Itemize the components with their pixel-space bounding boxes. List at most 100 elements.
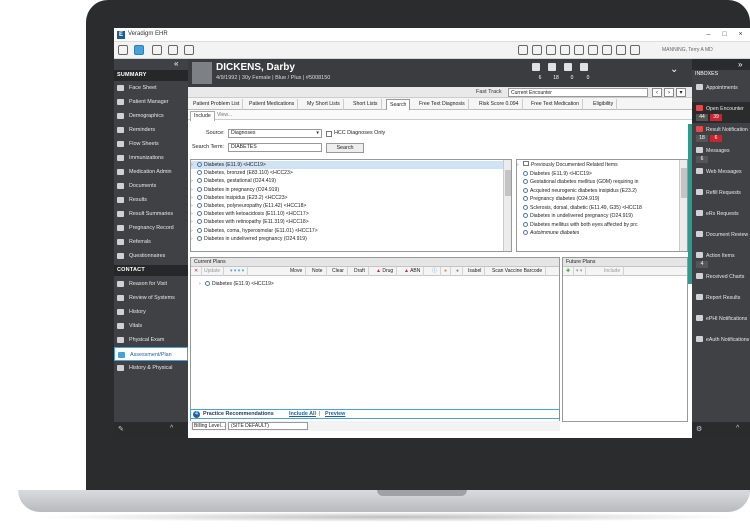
inbox-result-notification[interactable]: Result Notification 18 6 xyxy=(692,123,750,144)
preview-link[interactable]: Preview xyxy=(325,411,345,417)
radio-icon[interactable] xyxy=(523,230,528,235)
dropdown-icon[interactable]: ▾ xyxy=(676,88,686,97)
search-icon[interactable] xyxy=(588,45,598,55)
list-item[interactable]: › Diabetes, coma, hyperosmolar (E11.01) <… xyxy=(191,227,318,235)
list-item[interactable]: › Diabetes in pregnancy (O24.919) xyxy=(191,186,279,194)
radio-icon[interactable] xyxy=(197,170,202,176)
tab-free-text-medication[interactable]: Free Text Medication xyxy=(528,99,584,110)
sidebar-item-physical-exam[interactable]: Physical Exam xyxy=(114,333,188,347)
sidebar-item-result-summaries[interactable]: Result Summaries xyxy=(114,207,188,221)
problems-icon[interactable] xyxy=(548,63,556,71)
sidebar-item-assessment-plan[interactable]: Assessment/Plan xyxy=(114,347,188,361)
plan-item[interactable]: › Diabetes (E11.9) <HCC19> xyxy=(195,280,274,288)
sidebar-item-flow-sheets[interactable]: Flow Sheets xyxy=(114,137,188,151)
refresh-icon[interactable] xyxy=(602,45,612,55)
inbox-web-messages[interactable]: Web Messages xyxy=(692,165,750,186)
sidebar-item-pregnancy-record[interactable]: Pregnancy Record xyxy=(114,221,188,235)
list-item[interactable]: Gestational diabetes mellitus (GDM) requ… xyxy=(517,178,638,186)
radio-icon[interactable] xyxy=(197,219,202,225)
list-item[interactable]: › Diabetes, polyneuropathy (E11.42) <HCC1… xyxy=(191,202,306,210)
radio-icon[interactable] xyxy=(197,235,202,241)
money-icon[interactable] xyxy=(546,45,556,55)
inbox-refill-requests[interactable]: Refill Requests xyxy=(692,186,750,207)
minimize-icon[interactable]: – xyxy=(704,30,713,39)
tab-patient-medications[interactable]: Patient Medications xyxy=(246,99,299,110)
settings-icon[interactable]: ⚙ xyxy=(696,425,702,433)
radio-icon[interactable] xyxy=(197,178,202,184)
radio-icon[interactable] xyxy=(523,204,528,210)
draft-button[interactable]: Draft xyxy=(351,267,369,276)
radio-icon[interactable] xyxy=(523,213,528,218)
search-input[interactable]: DIABETES xyxy=(228,143,322,152)
chevron-up-icon[interactable]: ^ xyxy=(736,425,739,432)
radio-icon[interactable] xyxy=(523,196,528,201)
list-item[interactable]: Diabetes, bronzed (E83.110) <HCC23> xyxy=(191,169,293,177)
search-button[interactable]: Search xyxy=(326,143,364,153)
drug-button[interactable]: ▲ Drug xyxy=(373,267,398,276)
patient-icon[interactable] xyxy=(134,45,144,55)
update-button[interactable]: Update xyxy=(201,267,225,276)
prev-icon[interactable]: ‹ xyxy=(652,88,662,97)
fast-track-select[interactable]: Current Encounter xyxy=(508,88,648,97)
help-icon[interactable] xyxy=(616,45,626,55)
sidebar-item-history-physical[interactable]: History & Physical xyxy=(114,361,188,375)
meds-icon[interactable] xyxy=(564,63,572,71)
calendar-icon[interactable] xyxy=(518,45,528,55)
radio-icon[interactable] xyxy=(197,186,202,192)
related-scrollbar[interactable] xyxy=(679,160,687,251)
close-icon[interactable]: × xyxy=(736,30,745,39)
inbox-open-encounter[interactable]: Open Encounter 44 39 xyxy=(692,102,750,123)
sidebar-item-referrals[interactable]: Referrals xyxy=(114,235,188,249)
billing-level-value[interactable]: (SITE DEFAULT) xyxy=(228,422,308,430)
source-select[interactable]: Diagnoses ▾ xyxy=(228,129,322,138)
inbox-report-results[interactable]: Report Results xyxy=(692,291,750,312)
related-header[interactable]: › Previously Documented Related Items xyxy=(517,161,618,169)
list-item[interactable]: Acquired neurogenic diabetes insipidus (… xyxy=(517,187,637,195)
sidebar-item-patient-manager[interactable]: Patient Manager xyxy=(114,95,188,109)
list-item[interactable]: Diabetes mellitus with both eyes affecte… xyxy=(517,221,638,229)
clear-button[interactable]: Clear xyxy=(329,267,348,276)
sidebar-item-documents[interactable]: Documents xyxy=(114,179,188,193)
list-item[interactable]: Autoimmune diabetes xyxy=(517,229,579,237)
list-item[interactable]: › Diabetes in undelivered pregnancy (O24.… xyxy=(191,235,307,243)
list-item[interactable]: › Diabetes with retinopathy (E11.319) <HC… xyxy=(191,218,309,226)
radio-icon[interactable] xyxy=(197,162,202,167)
scroll-thumb[interactable] xyxy=(681,168,687,198)
include-all-link[interactable]: Include All xyxy=(289,411,316,417)
tab-eligibility[interactable]: Eligibility xyxy=(590,99,618,110)
next-icon[interactable]: › xyxy=(664,88,674,97)
home-icon[interactable] xyxy=(152,45,162,55)
wrench-icon[interactable]: ✎ xyxy=(118,425,124,433)
chevron-up-icon[interactable]: ^ xyxy=(170,425,173,432)
inbox-appointments[interactable]: Appointments xyxy=(692,81,750,102)
inbox-eauth-notifications[interactable]: eAuth Notifications xyxy=(692,333,750,354)
list-item[interactable]: Pregnancy diabetes (O24.919) xyxy=(517,195,599,203)
list-item[interactable]: › Diabetes (E11.9) <HCC19> xyxy=(191,161,503,170)
document-icon[interactable] xyxy=(168,45,178,55)
radio-icon[interactable] xyxy=(197,211,202,217)
radio-icon[interactable] xyxy=(523,170,528,176)
tab-patient-problem-list[interactable]: Patient Problem List xyxy=(190,99,244,110)
abn-button[interactable]: ▲ ABN xyxy=(401,267,425,276)
list-item[interactable]: › Diabetes, gestational (O24.419) xyxy=(191,177,276,185)
sidebar-item-results[interactable]: Results xyxy=(114,193,188,207)
move-button[interactable]: Move xyxy=(287,267,307,276)
sidebar-item-questionnaires[interactable]: Questionnaires xyxy=(114,249,188,263)
sidebar-item-vitals[interactable]: Vitals xyxy=(114,319,188,333)
radio-icon[interactable] xyxy=(523,187,528,193)
current-user[interactable]: MANNING, Terry A MD xyxy=(662,47,713,53)
person-icon[interactable]: ● xyxy=(453,267,464,276)
scan-vaccine-barcode-button[interactable]: Scan Vaccine Barcode xyxy=(489,267,547,276)
tab-short-lists[interactable]: Short Lists xyxy=(350,99,382,110)
list-item[interactable]: Sclerosis, dorsal, diabetic (E11.49, G35… xyxy=(517,204,642,212)
arrows-icon[interactable]: ▾ ▾ ▾ ▾ xyxy=(227,267,249,276)
inbox-erx-requests[interactable]: eRx Requests xyxy=(692,207,750,228)
sidebar-item-immunizations[interactable]: Immunizations xyxy=(114,151,188,165)
patient-name[interactable]: DICKENS, Darby xyxy=(216,62,295,73)
note-button[interactable]: Note xyxy=(309,267,327,276)
tab-free-text-diagnosis[interactable]: Free Text Diagnosis xyxy=(416,99,469,110)
arrows-icon[interactable]: ▾ ▾ xyxy=(573,267,587,276)
send-icon[interactable] xyxy=(560,45,570,55)
inbox-received-charts[interactable]: Received Charts xyxy=(692,270,750,291)
radio-icon[interactable] xyxy=(197,203,202,208)
